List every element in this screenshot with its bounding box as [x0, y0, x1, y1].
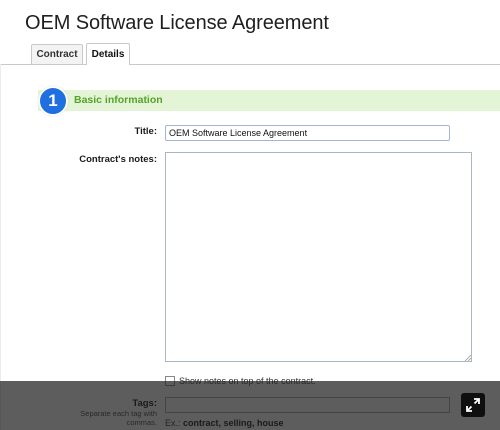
contract-notes-label: Contract's notes: [79, 154, 157, 165]
page-title: OEM Software License Agreement [25, 12, 329, 34]
tags-example-values: contract, selling, house [183, 418, 284, 428]
title-input[interactable] [165, 125, 450, 141]
tab-details[interactable]: Details [86, 43, 130, 65]
resize-grip-icon[interactable] [464, 354, 471, 361]
tab-bar: Contract Details [0, 43, 500, 65]
tags-input[interactable] [165, 397, 450, 413]
tags-example: Ex.: contract, selling, house [165, 418, 284, 428]
section-header-basic-information: Basic information [38, 90, 500, 111]
show-notes-label: Show notes on top of the contract. [179, 376, 316, 386]
tags-hint: Separate each tag with commas. [80, 409, 157, 427]
section-title: Basic information [74, 94, 163, 106]
show-notes-option[interactable]: Show notes on top of the contract. [165, 375, 316, 387]
tags-label: Tags: [132, 398, 157, 409]
expand-button[interactable] [461, 393, 485, 417]
tab-contract[interactable]: Contract [31, 44, 83, 64]
step-number-badge: 1 [38, 86, 68, 116]
contract-notes-textarea[interactable] [165, 152, 472, 362]
expand-arrows-icon [466, 398, 480, 412]
show-notes-checkbox[interactable] [165, 376, 175, 386]
title-label: Title: [134, 126, 157, 137]
tags-example-prefix: Ex.: [165, 418, 181, 428]
